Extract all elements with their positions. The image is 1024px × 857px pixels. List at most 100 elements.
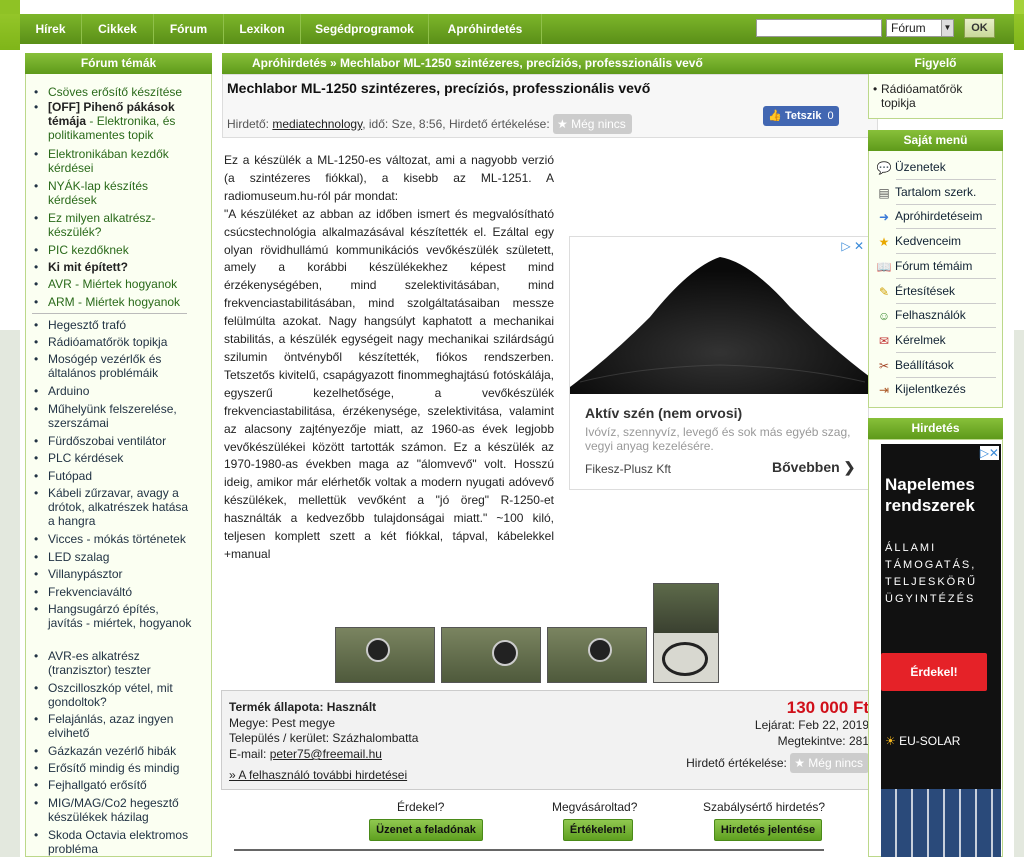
banner-ad-cta[interactable]: Bővebben ❯ <box>772 459 855 476</box>
forum-topic-item[interactable]: • Vicces - mókás történetek <box>34 532 196 546</box>
adchoices-icon[interactable]: ▷ ✕ <box>841 239 864 253</box>
banner-ad[interactable]: ▷ ✕ Aktív szén (nem orvosi) Ivóvíz, szen… <box>569 236 870 490</box>
right-ad-title: Hirdetés <box>868 418 1003 439</box>
nav-segedprogramok[interactable]: Segédprogramok <box>301 14 429 44</box>
forum-topic-item[interactable]: • Erősítő mindig és mindig <box>34 761 196 775</box>
forum-topic-item[interactable]: • Kábeli zűrzavar, avagy a drótok, alkatr… <box>34 486 196 528</box>
email-row: E-mail: peter75@freemail.hu <box>229 747 382 761</box>
photo-thumbnail[interactable] <box>441 627 541 683</box>
forum-topic-item[interactable]: • Hegesztő trafó <box>34 318 196 332</box>
forum-topic-item[interactable]: • Oszcilloszkóp vétel, mit gondoltok? <box>34 681 196 709</box>
facebook-like-button[interactable]: 👍 Tetszik 0 <box>763 106 839 126</box>
bullet-icon: • <box>34 147 39 161</box>
forum-topic-item[interactable]: • Skoda Octavia elektromos probléma <box>34 828 196 856</box>
own-menu-item[interactable]: 📖 Fórum témáim <box>872 256 1002 277</box>
forum-topic-item[interactable]: • Mosógép vezérlők és általános problémái… <box>34 352 196 380</box>
forum-topic-item[interactable]: • [OFF] Pihenő pákások témája - Elektroni… <box>34 100 196 142</box>
page-wrapper: Hírek Cikkek Fórum Lexikon Segédprogramo… <box>20 0 1014 857</box>
users-icon: ☺ <box>877 309 891 324</box>
forum-topic-label: Frekvenciaváltó <box>48 585 196 599</box>
forum-topic-text: Hegesztő trafó <box>48 318 127 332</box>
nav-cikkek[interactable]: Cikkek <box>82 14 154 44</box>
own-menu-item[interactable]: ✎ Értesítések <box>872 281 1002 302</box>
solar-ad-cta[interactable]: Érdekel! <box>881 653 987 691</box>
own-menu-item[interactable]: ✂ Beállítások <box>872 355 1002 376</box>
own-menu-item[interactable]: ☺ Felhasználók <box>872 305 1002 326</box>
forum-topic-item[interactable]: • Fürdőszobai ventilátor <box>34 434 196 448</box>
nav-aprohirdetes[interactable]: Apróhirdetés <box>429 14 542 44</box>
own-menu-item[interactable]: ★ Kedvenceim <box>872 231 1002 252</box>
banner-ad-advertiser: Fikesz-Plusz Kft <box>585 462 672 476</box>
own-menu-label: Üzenetek <box>895 160 946 174</box>
forum-topic-item[interactable]: • NYÁK-lap készítés kérdések <box>34 179 196 207</box>
forum-topic-item[interactable]: • PLC kérdések <box>34 451 196 465</box>
forum-topic-item[interactable]: • Fejhallgató erősítő <box>34 778 196 792</box>
divider <box>896 228 996 230</box>
forum-topic-label: PIC kezdőknek <box>48 243 196 257</box>
rating-badge: ★ Még nincs <box>790 753 869 773</box>
logout-icon: ⇥ <box>878 383 890 398</box>
forum-topic-item[interactable]: • Műhelyünk felszerelése, szerszámai <box>34 402 196 430</box>
email-link[interactable]: peter75@freemail.hu <box>270 747 382 761</box>
nav-lexikon[interactable]: Lexikon <box>224 14 301 44</box>
forum-topic-item[interactable]: • ARM - Miértek hogyanok <box>34 295 196 309</box>
forum-topic-label: Erősítő mindig és mindig <box>48 761 196 775</box>
photo-thumbnail[interactable] <box>547 627 647 683</box>
document-icon: ▤ <box>878 185 890 200</box>
forum-topic-item[interactable]: • Felajánlás, azaz ingyen elvihető <box>34 712 196 740</box>
forum-topic-item[interactable]: • Arduino <box>34 384 196 398</box>
own-menu-item[interactable]: ⇥ Kijelentkezés <box>872 379 1002 400</box>
own-menu-item[interactable]: 💬 Üzenetek <box>872 157 1002 178</box>
own-menu-item[interactable]: ▤ Tartalom szerk. <box>872 182 1002 203</box>
search-input[interactable] <box>756 19 882 37</box>
forum-topic-item[interactable]: • MIG/MAG/Co2 hegesztő készülékek házilag <box>34 796 196 824</box>
bullet-icon: • <box>34 243 39 257</box>
own-menu-label: Apróhirdetéseim <box>895 209 983 224</box>
forum-topic-item[interactable]: • Ki mit épített? <box>34 260 196 274</box>
forum-topic-item[interactable]: • Futópad <box>34 469 196 483</box>
forum-topic-item[interactable]: • Gázkazán vezérlő hibák <box>34 744 196 758</box>
forum-topic-item[interactable]: • AVR-es alkatrész (tranzisztor) teszter <box>34 649 196 677</box>
forum-topic-text: Felajánlás, azaz ingyen elvihető <box>48 712 174 740</box>
forum-topic-item[interactable]: • Rádióamatőrök topikja <box>34 335 196 349</box>
forum-topic-item[interactable]: • AVR - Miértek hogyanok <box>34 277 196 291</box>
message-seller-button[interactable]: Üzenet a feladónak <box>369 819 483 841</box>
forum-topic-text: MIG/MAG/Co2 hegesztő készülékek házilag <box>48 796 179 824</box>
own-menu-item[interactable]: ➜ Apróhirdetéseim <box>872 206 1002 227</box>
forum-topic-item[interactable]: • LED szalag <box>34 550 196 564</box>
forum-topic-label: Elektronikában kezdők kérdései <box>48 147 196 175</box>
adchoices-icon[interactable]: ▷✕ <box>979 446 999 460</box>
forum-topic-label: ARM - Miértek hogyanok <box>48 295 196 309</box>
forum-topic-item[interactable]: • Csöves erősítő készítése <box>34 85 196 99</box>
forum-topic-item[interactable]: • Elektronikában kezdők kérdései <box>34 147 196 175</box>
book-icon: 📖 <box>876 259 892 274</box>
forum-topic-item[interactable]: • Frekvenciaváltó <box>34 585 196 599</box>
bullet-icon: • <box>34 451 39 465</box>
rate-button[interactable]: Értékelem! <box>563 819 633 841</box>
forum-topic-text: PIC kezdőknek <box>48 243 129 257</box>
forum-topic-label: Hangsugárzó építés, javítás - miértek, h… <box>48 602 196 630</box>
watch-item[interactable]: • Rádióamatőrök topikja <box>873 82 998 110</box>
nav-forum[interactable]: Fórum <box>154 14 224 44</box>
photo-thumbnail[interactable] <box>653 583 719 683</box>
photo-thumbnail[interactable] <box>335 627 435 683</box>
more-ads-link[interactable]: » A felhasználó további hirdetései <box>229 768 407 782</box>
forum-topic-label: LED szalag <box>48 550 196 564</box>
forum-topic-item[interactable]: • Hangsugárzó építés, javítás - miértek, … <box>34 602 196 630</box>
interest-question: Érdekel? <box>397 800 445 814</box>
search-ok-button[interactable]: OK <box>964 18 995 38</box>
report-ad-button[interactable]: Hirdetés jelentése <box>714 819 822 841</box>
forum-topic-text: ARM - Miértek hogyanok <box>48 295 181 309</box>
search-scope-select[interactable]: Fórum ▼ <box>886 19 954 37</box>
nav-hirek[interactable]: Hírek <box>20 14 82 44</box>
chevron-down-icon: ▼ <box>941 20 953 36</box>
divider <box>234 849 824 851</box>
forum-topic-item[interactable]: • Villanypásztor <box>34 567 196 581</box>
forum-topic-item[interactable]: • Ez milyen alkatrész-készülék? <box>34 211 196 239</box>
solar-ad[interactable]: ▷✕ Napelemes rendszerek ÁLLAMI TÁMOGATÁS… <box>881 444 1001 857</box>
advertiser-link[interactable]: mediatechnology <box>272 117 362 131</box>
sun-icon: ☀ <box>885 734 896 748</box>
bullet-icon: • <box>34 352 39 366</box>
forum-topic-item[interactable]: • PIC kezdőknek <box>34 243 196 257</box>
own-menu-item[interactable]: ✉ Kérelmek <box>872 330 1002 351</box>
